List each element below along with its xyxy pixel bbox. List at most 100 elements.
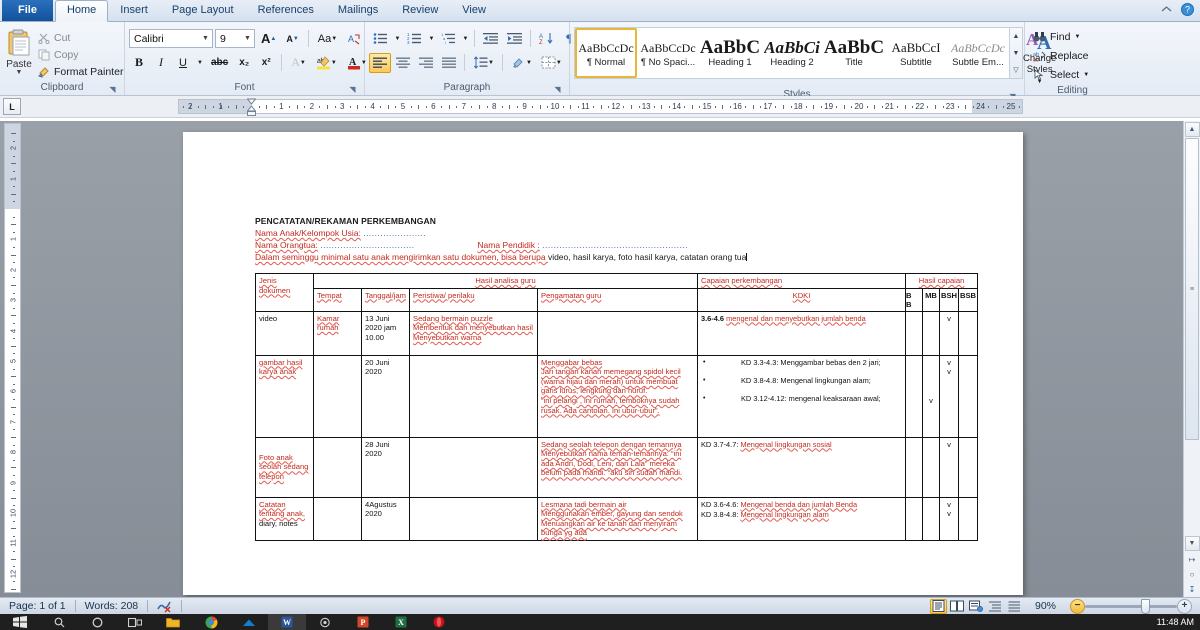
increase-indent-button[interactable] <box>503 29 526 49</box>
gallery-scroll-down-icon[interactable]: ▼ <box>1010 45 1022 62</box>
cell-mb[interactable]: v <box>922 354 940 438</box>
full-screen-reading-view-button[interactable] <box>949 599 966 614</box>
cell-jenis[interactable]: video <box>255 310 314 356</box>
zoom-level[interactable]: 90% <box>1025 599 1064 614</box>
style-item-title[interactable]: AaBbC Title <box>823 28 885 78</box>
change-case-button[interactable]: Aa ▼ <box>314 29 341 49</box>
replace-button[interactable]: ab ac Replace <box>1029 47 1093 65</box>
tab-home[interactable]: Home <box>54 0 109 22</box>
cell-tempat[interactable]: Kamar rumah <box>313 310 362 356</box>
cell-pengamatan[interactable]: Menggabar bebas Jari tangan kanan memega… <box>537 354 698 438</box>
select-button[interactable]: Select ▼ <box>1029 66 1093 84</box>
chevron-down-icon[interactable]: ▼ <box>199 35 212 42</box>
zoom-slider[interactable]: − + <box>1070 598 1192 614</box>
cell-bsh[interactable]: v <box>939 436 959 498</box>
find-button[interactable]: Find ▼ <box>1029 28 1084 46</box>
clipboard-dialog-launcher[interactable]: ◥ <box>108 85 117 94</box>
cell-kdki[interactable]: KD 3.7-4.7: Mengenal lingkungan sosial <box>697 436 906 498</box>
draft-view-button[interactable] <box>1006 599 1023 614</box>
powerpoint-icon[interactable]: P <box>344 614 382 630</box>
tab-references[interactable]: References <box>246 0 326 21</box>
strikethrough-button[interactable]: abc <box>207 53 232 73</box>
paste-caret-icon[interactable]: ▼ <box>16 69 23 76</box>
cell-tanggal[interactable]: 20 Juni 2020 <box>361 354 410 438</box>
document-workspace[interactable]: PENCATATAN/REKAMAN PERKEMBANGAN Nama Ana… <box>0 121 1200 597</box>
font-name-combo[interactable]: Calibri ▼ <box>129 29 213 48</box>
scrollbar-track[interactable] <box>1185 440 1200 535</box>
cell-tempat[interactable] <box>313 436 362 498</box>
styles-gallery[interactable]: AaBbCcDc ¶ Normal AaBbCcDc ¶ No Spaci...… <box>574 27 1023 79</box>
outline-view-button[interactable] <box>987 599 1004 614</box>
paste-button[interactable]: Paste ▼ <box>4 26 34 76</box>
cell-jenis[interactable]: Catatan tentang anak, diary, notes <box>255 496 314 541</box>
vertical-ruler[interactable]: 2 1 1 2 3 4 5 6 7 8 9 10 11 12 <box>4 123 21 593</box>
cell-bsh[interactable]: vv <box>939 496 959 541</box>
style-item-subtle-emphasis[interactable]: AaBbCcDc Subtle Em... <box>947 28 1009 78</box>
tab-insert[interactable]: Insert <box>108 0 160 21</box>
zoom-in-button[interactable]: + <box>1177 598 1192 614</box>
tab-page-layout[interactable]: Page Layout <box>160 0 246 21</box>
cell-tanggal[interactable]: 13 Juni 2020 jam 10.00 <box>361 310 410 356</box>
word-count[interactable]: Words: 208 <box>76 599 148 614</box>
indent-markers-icon[interactable] <box>247 98 256 117</box>
chrome-icon[interactable] <box>192 614 230 630</box>
cell-mb[interactable] <box>922 436 940 498</box>
zoom-out-button[interactable]: − <box>1070 598 1085 614</box>
tab-mailings[interactable]: Mailings <box>326 0 390 21</box>
next-page-icon[interactable]: ↧ <box>1185 582 1200 597</box>
scroll-down-arrow-icon[interactable]: ▼ <box>1184 536 1200 551</box>
proofing-status-button[interactable] <box>148 599 181 614</box>
word-icon[interactable]: W <box>268 614 306 630</box>
align-center-button[interactable] <box>392 53 414 73</box>
onedrive-icon[interactable] <box>230 614 268 630</box>
bullets-button[interactable] <box>369 29 392 49</box>
cell-peristiwa[interactable] <box>409 354 538 438</box>
cell-pengamatan[interactable]: Lesmana tadi bermain air Menggunakan emb… <box>537 496 698 541</box>
style-item-heading-2[interactable]: AaBbCi Heading 2 <box>761 28 823 78</box>
table-row[interactable]: Catatan tentang anak, diary, notes 4Agus… <box>255 496 979 541</box>
subscript-button[interactable]: x₂ <box>234 53 254 73</box>
underline-caret-icon[interactable]: ▼ <box>195 53 205 73</box>
zoom-track[interactable] <box>1085 598 1177 614</box>
cell-kdki[interactable]: 3.6-4.6 mengenal dan menyebutkan jumlah … <box>697 310 906 356</box>
cell-bb[interactable] <box>905 310 923 356</box>
line-spacing-button[interactable]: ▼ <box>469 53 498 73</box>
font-size-combo[interactable]: 9 ▼ <box>215 29 255 48</box>
cell-tempat[interactable] <box>313 496 362 541</box>
cell-pengamatan[interactable] <box>537 310 698 356</box>
styles-gallery-scrollbar[interactable]: ▲ ▼ ▽ <box>1009 28 1022 78</box>
grow-font-button[interactable]: A ▲ <box>257 29 280 49</box>
cell-pengamatan[interactable]: Sedang seolah telepon dengan temannya Me… <box>537 436 698 498</box>
select-caret-icon[interactable]: ▼ <box>1083 72 1089 78</box>
borders-button[interactable]: ▼ <box>537 53 566 73</box>
font-dialog-launcher[interactable]: ◥ <box>348 85 357 94</box>
cell-kdki[interactable]: KD 3.3-4.3: Menggambar bebas den 2 jari;… <box>697 354 906 438</box>
web-layout-view-button[interactable] <box>968 599 985 614</box>
paragraph-dialog-launcher[interactable]: ◥ <box>553 85 562 94</box>
scroll-up-arrow-icon[interactable]: ▲ <box>1184 122 1200 137</box>
gallery-scroll-up-icon[interactable]: ▲ <box>1010 28 1022 45</box>
bullets-caret-icon[interactable]: ▼ <box>393 29 402 49</box>
page-indicator[interactable]: Page: 1 of 1 <box>0 599 75 614</box>
cortana-icon[interactable] <box>78 614 116 630</box>
style-item-no-spacing[interactable]: AaBbCcDc ¶ No Spaci... <box>637 28 699 78</box>
numbering-button[interactable]: 1 2 3 <box>403 29 426 49</box>
search-icon[interactable] <box>40 614 78 630</box>
numbering-caret-icon[interactable]: ▼ <box>427 29 436 49</box>
cell-peristiwa[interactable] <box>409 496 538 541</box>
sort-button[interactable]: A Z <box>535 29 558 49</box>
bold-button[interactable]: B <box>129 53 149 73</box>
cell-bsb[interactable] <box>957 310 979 356</box>
align-right-button[interactable] <box>415 53 437 73</box>
cell-tanggal[interactable]: 28 Juni 2020 <box>361 436 410 498</box>
horizontal-ruler[interactable]: 2112345678910111213141516171819202122232… <box>178 98 1023 117</box>
photos-icon[interactable] <box>306 614 344 630</box>
vertical-scrollbar[interactable]: ▲ ≡ ▼ ↦ ○ ↧ <box>1183 121 1200 597</box>
tab-review[interactable]: Review <box>390 0 450 21</box>
help-icon[interactable]: ? <box>1181 3 1194 16</box>
align-left-button[interactable] <box>369 52 391 73</box>
excel-icon[interactable]: X <box>382 614 420 630</box>
select-browse-object-icon[interactable]: ○ <box>1185 567 1200 582</box>
style-item-heading-1[interactable]: AaBbC Heading 1 <box>699 28 761 78</box>
chevron-down-icon[interactable]: ▼ <box>241 35 254 42</box>
